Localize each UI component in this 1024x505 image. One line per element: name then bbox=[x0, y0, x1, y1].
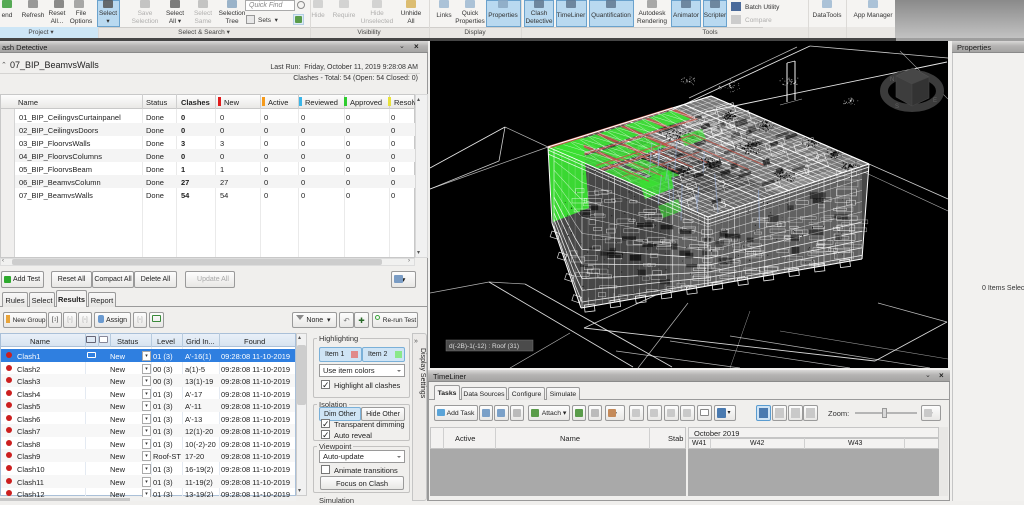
svg-text:N: N bbox=[890, 77, 894, 83]
svg-text:S: S bbox=[895, 104, 899, 110]
svg-text:E: E bbox=[933, 98, 937, 104]
svg-text:d(-2B)-1(-12) : Roof (31): d(-2B)-1(-12) : Roof (31) bbox=[449, 343, 519, 350]
